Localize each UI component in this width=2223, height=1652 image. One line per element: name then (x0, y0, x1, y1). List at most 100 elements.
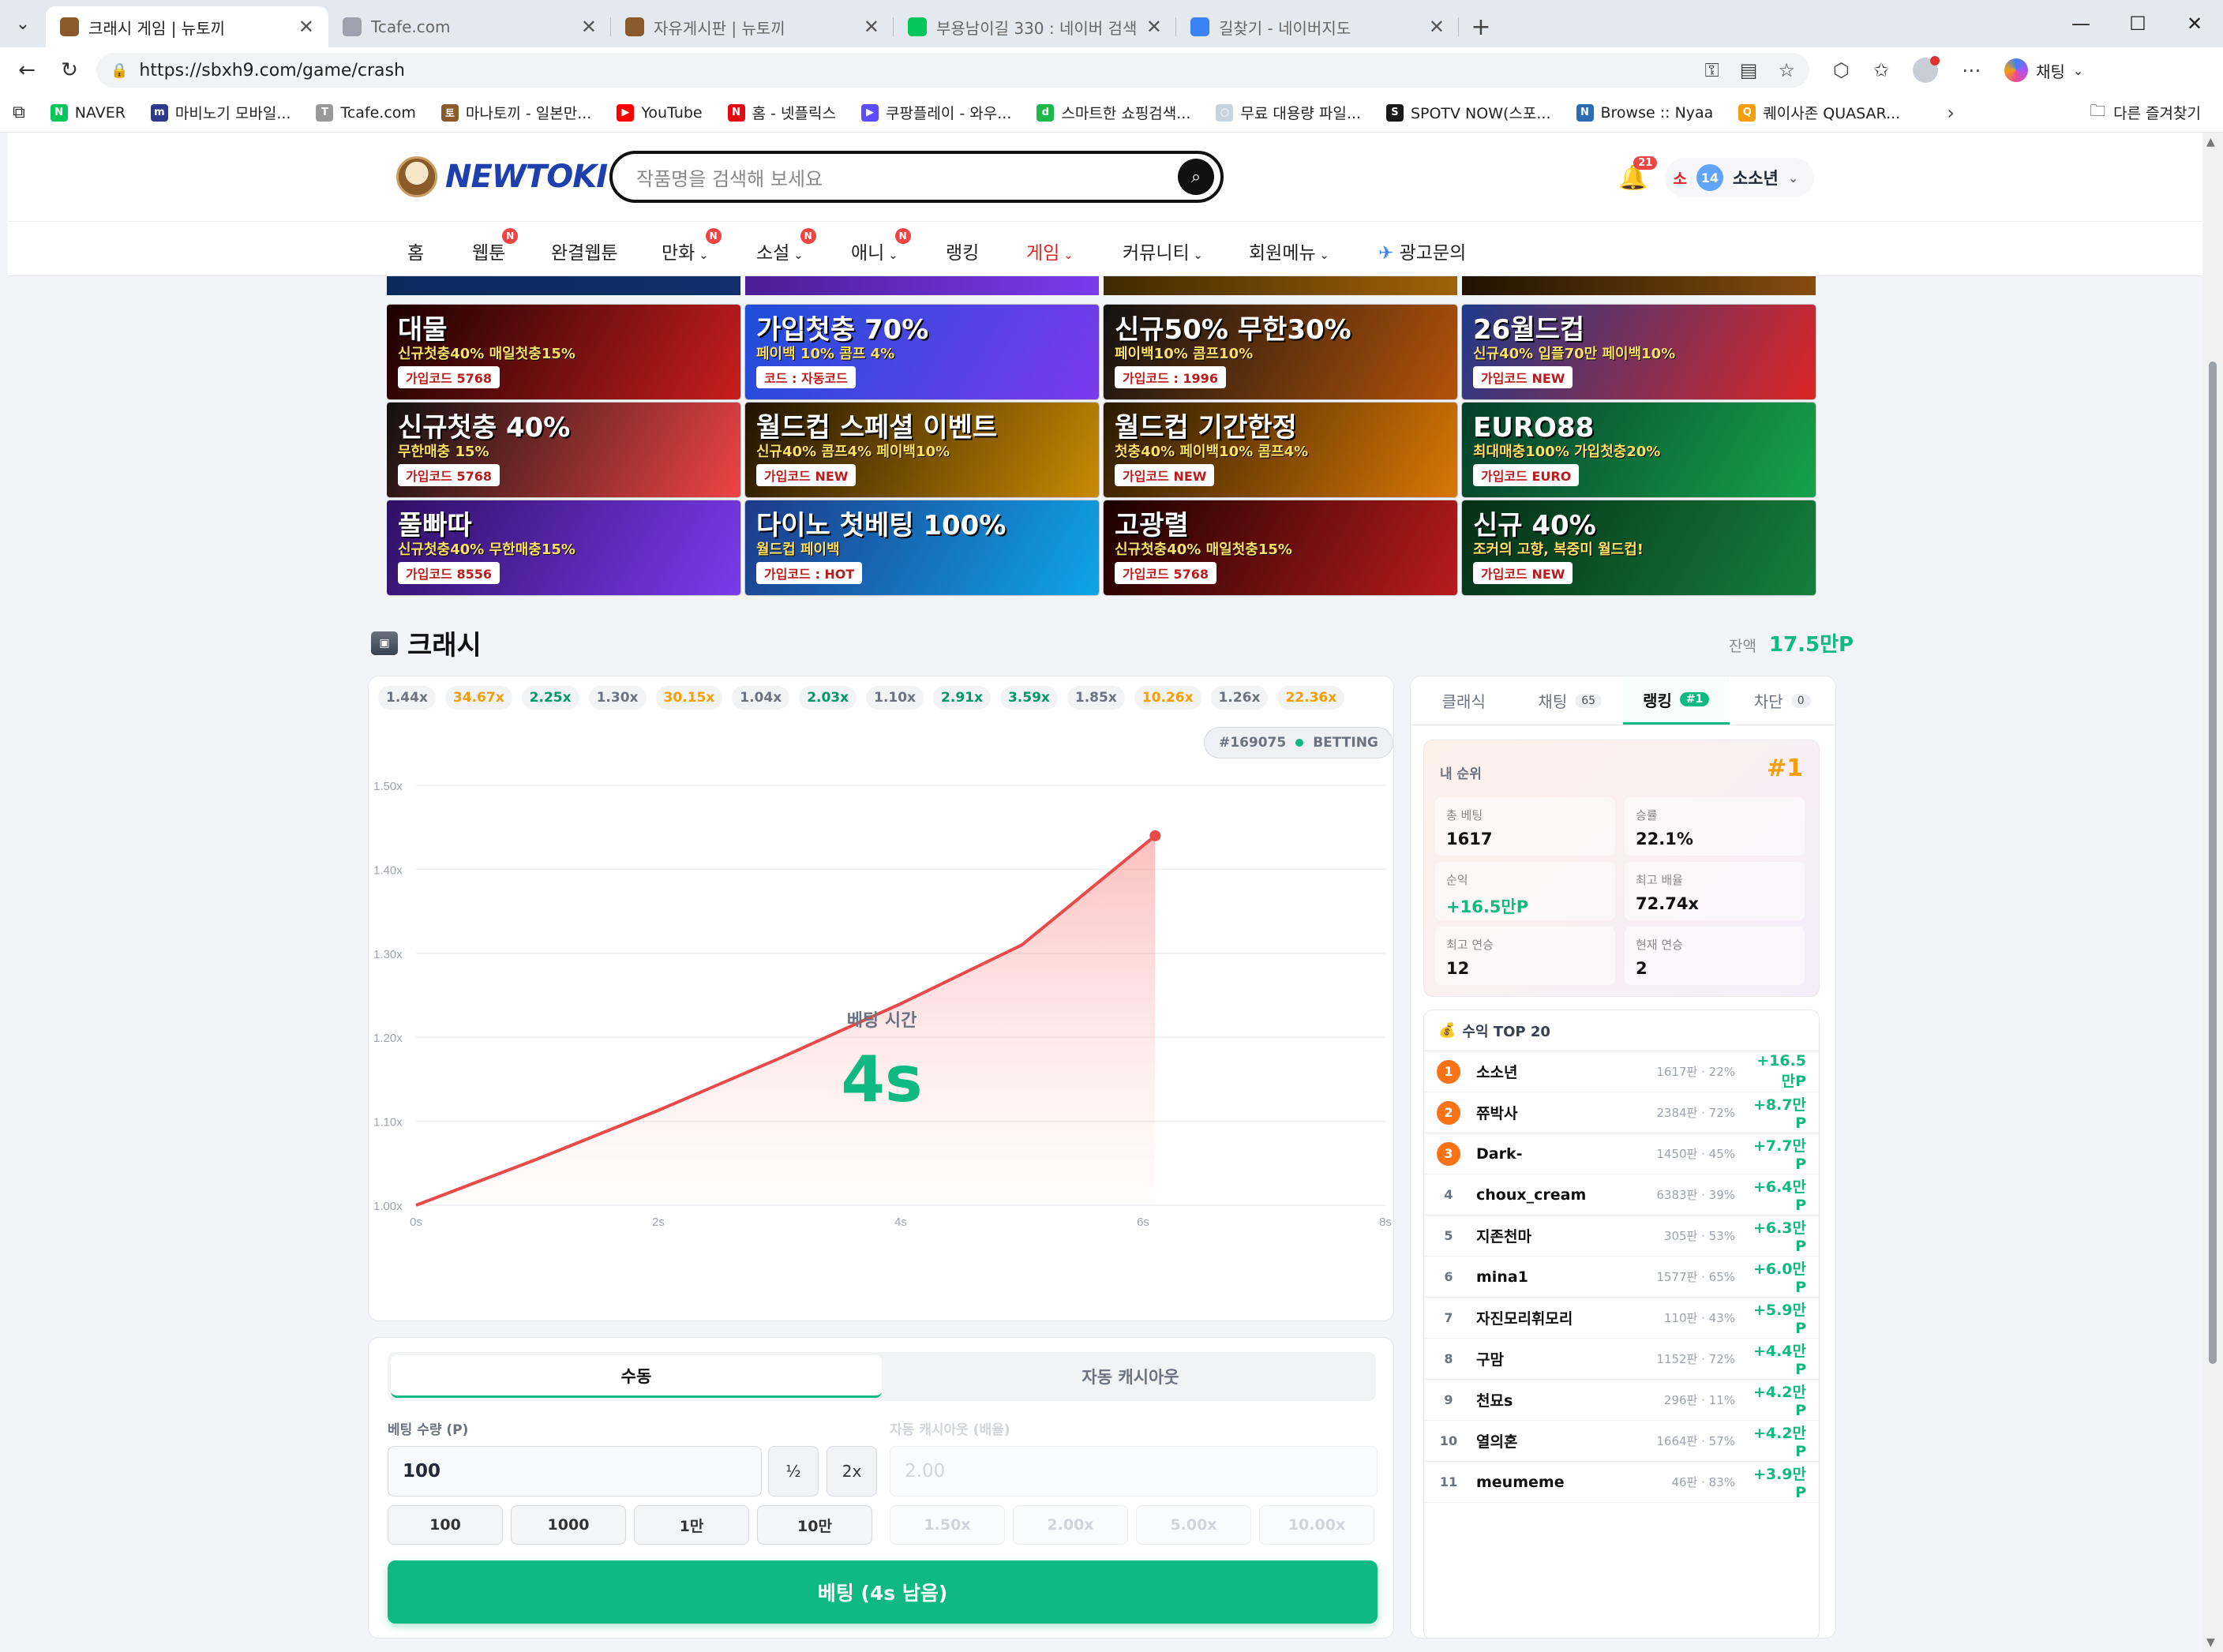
user-menu[interactable]: 소 14 소소년 ⌄ (1665, 158, 1815, 197)
tab-close-icon[interactable]: ✕ (298, 16, 314, 38)
banner-strip[interactable] (1104, 276, 1457, 295)
nav-item[interactable]: 만화 ⌄ N (662, 228, 722, 264)
bookmark-item[interactable]: N NAVER (50, 103, 126, 122)
auto-quick-button[interactable]: 2.00x (1013, 1505, 1128, 1545)
favorite-star-icon[interactable]: ☆ (1778, 59, 1795, 81)
nav-item[interactable]: 게임 ⌄ (1026, 238, 1074, 264)
nav-item[interactable]: 애니 ⌄ N (851, 228, 911, 264)
favorites-icon[interactable]: ✩ (1873, 59, 1889, 81)
nav-item[interactable]: 소설 ⌄ N (756, 228, 816, 264)
leaderboard-row[interactable]: 5 지존천마 305판 · 53% +6.3만P (1424, 1216, 1819, 1257)
ad-banner[interactable]: 신규 40% 조커의 고향, 복중미 월드컵! 가입코드 NEW (1462, 500, 1816, 595)
browser-tab[interactable]: 자유게시판 | 뉴토끼 ✕ (611, 6, 894, 47)
ad-banner[interactable]: 가입첫충 70% 페이백 10% 콤프 4% 코드 : 자동코드 (745, 305, 1099, 399)
bet-amount-input[interactable]: 100 (388, 1446, 762, 1497)
notification-bell-icon[interactable]: 🔔 21 (1618, 155, 1658, 192)
url-field[interactable]: 🔒 https://sbxh9.com/game/crash ⚿ ▤ ☆ (96, 53, 1809, 88)
half-button[interactable]: ½ (768, 1446, 819, 1497)
scroll-thumb[interactable] (2209, 361, 2217, 1364)
banner-strip[interactable] (1462, 276, 1816, 295)
other-bookmarks[interactable]: 🗀 다른 즐겨찾기 (2090, 99, 2201, 126)
ad-banner[interactable]: 신규첫충 40% 무한매충 15% 가입코드 5768 (387, 403, 740, 497)
double-button[interactable]: 2x (827, 1446, 877, 1497)
bookmark-item[interactable]: ▶ YouTube (617, 103, 703, 122)
ad-banner[interactable]: 26월드컵 신규40% 입플70만 페이백10% 가입코드 NEW (1462, 305, 1816, 399)
side-tab[interactable]: 차단 0 (1730, 676, 1836, 725)
leaderboard-row[interactable]: 1 소소년 1617판 · 22% +16.5만P (1424, 1051, 1819, 1092)
leaderboard-row[interactable]: 8 구맘 1152판 · 72% +4.4만P (1424, 1339, 1819, 1380)
auto-quick-button[interactable]: 10.00x (1259, 1505, 1374, 1545)
quick-amount-button[interactable]: 10만 (757, 1505, 872, 1545)
search-input[interactable]: 작품명을 검색해 보세요 ⌕ (609, 151, 1224, 203)
auto-quick-button[interactable]: 1.50x (890, 1505, 1005, 1545)
banner-strip[interactable] (387, 276, 740, 295)
profile-avatar[interactable] (1913, 56, 1940, 83)
tab-close-icon[interactable]: ✕ (1429, 16, 1445, 38)
tab-auto-cashout[interactable]: 자동 캐시아웃 (885, 1352, 1376, 1401)
leaderboard-row[interactable]: 9 천묘s 296판 · 11% +4.2만P (1424, 1380, 1819, 1421)
leaderboard-row[interactable]: 3 Dark- 1450판 · 45% +7.7만P (1424, 1133, 1819, 1174)
tab-actions-menu-icon[interactable]: ⌄ (0, 0, 46, 47)
leaderboard-row[interactable]: 6 mina1 1577판 · 65% +6.0만P (1424, 1257, 1819, 1298)
back-arrow-icon[interactable]: ← (11, 54, 43, 86)
bookmark-item[interactable]: ○ 무료 대용량 파일... (1216, 102, 1361, 123)
new-tab-button[interactable]: + (1459, 6, 1503, 47)
bookmark-item[interactable]: d 스마트한 쇼핑검색... (1037, 102, 1190, 123)
bookmark-item[interactable]: N Browse :: Nyaa (1576, 103, 1713, 122)
side-tab[interactable]: 클래식 (1411, 676, 1517, 725)
leaderboard-row[interactable]: 10 열의혼 1664판 · 57% +4.2만P (1424, 1421, 1819, 1462)
more-menu-icon[interactable]: ⋯ (1962, 59, 1981, 81)
scroll-down-icon[interactable]: ▼ (2206, 1636, 2215, 1649)
bookmark-item[interactable]: ▶ 쿠팡플레이 - 와우... (860, 102, 1011, 123)
minimize-icon[interactable]: — (2052, 0, 2109, 47)
bookmark-item[interactable]: m 마비노기 모바일... (150, 102, 291, 123)
tab-close-icon[interactable]: ✕ (864, 16, 879, 38)
ad-banner[interactable]: EURO88 최대매충100% 가입첫충20% 가입코드 EURO (1462, 403, 1816, 497)
key-icon[interactable]: ⚿ (1705, 59, 1719, 81)
auto-cashout-input[interactable]: 2.00 (890, 1446, 1378, 1497)
bookmark-item[interactable]: S SPOTV NOW(스포... (1385, 102, 1551, 123)
leaderboard-row[interactable]: 11 meumeme 46판 · 83% +3.9만P (1424, 1462, 1819, 1503)
bookmarks-overflow-icon[interactable]: › (1947, 102, 1955, 124)
place-bet-button[interactable]: 베팅 (4s 남음) (388, 1560, 1378, 1624)
leaderboard-row[interactable]: 7 자진모리휘모리 110판 · 43% +5.9만P (1424, 1298, 1819, 1339)
browser-tab[interactable]: 길찾기 - 네이버지도 ✕ (1176, 6, 1459, 47)
bookmark-item[interactable]: N 홈 - 넷플릭스 (727, 102, 836, 123)
nav-item[interactable]: 완결웹툰 (551, 238, 618, 264)
nav-item[interactable]: 회원메뉴 ⌄ (1249, 238, 1329, 264)
quick-amount-button[interactable]: 100 (388, 1505, 503, 1545)
nav-item[interactable]: 홈 (407, 238, 424, 264)
leaderboard-row[interactable]: 2 쮸박사 2384판 · 72% +8.7만P (1424, 1092, 1819, 1133)
ad-banner[interactable]: 월드컵 기간한정 첫충40% 페이백10% 콤프4% 가입코드 NEW (1104, 403, 1457, 497)
close-window-icon[interactable]: ✕ (2166, 0, 2223, 47)
scroll-up-icon[interactable]: ▲ (2206, 136, 2215, 148)
ad-banner[interactable]: 대물 신규첫충40% 매일첫충15% 가입코드 5768 (387, 305, 740, 399)
nav-item[interactable]: 랭킹 (946, 238, 979, 264)
banner-strip[interactable] (745, 276, 1099, 295)
tab-manual[interactable]: 수동 (391, 1355, 882, 1398)
ad-banner[interactable]: 신규50% 무한30% 페이백10% 콤프10% 가입코드 : 1996 (1104, 305, 1457, 399)
browser-tab[interactable]: 부용남이길 330 : 네이버 검색 ✕ (894, 6, 1176, 47)
bookmark-item[interactable]: 토 마나토끼 - 일본만... (440, 102, 591, 123)
maximize-icon[interactable]: ☐ (2109, 0, 2166, 47)
quick-amount-button[interactable]: 1만 (634, 1505, 749, 1545)
browser-tab[interactable]: 크래시 게임 | 뉴토끼 ✕ (46, 6, 328, 47)
bookmark-item[interactable]: Q 퀘이사존 QUASAR... (1738, 102, 1900, 123)
nav-item[interactable]: 웹툰 N (472, 228, 519, 264)
side-tab[interactable]: 채팅 65 (1517, 676, 1624, 725)
ad-banner[interactable]: 다이노 첫베팅 100% 월드컵 페이백 가입코드 : HOT (745, 500, 1099, 595)
tab-close-icon[interactable]: ✕ (581, 16, 597, 38)
ad-banner[interactable]: 고광렬 신규첫충40% 매일첫충15% 가입코드 5768 (1104, 500, 1457, 595)
refresh-icon[interactable]: ↻ (54, 54, 85, 86)
reading-list-icon[interactable]: ⧉ (13, 103, 25, 122)
nav-item[interactable]: ✈ 광고문의 (1378, 238, 1466, 264)
ad-banner[interactable]: 월드컵 스페셜 이벤트 신규40% 콤프4% 페이백10% 가입코드 NEW (745, 403, 1099, 497)
side-tab[interactable]: 랭킹 #1 (1623, 676, 1730, 725)
site-info-icon[interactable]: 🔒 (111, 62, 128, 79)
nav-item[interactable]: 커뮤니티 ⌄ (1123, 238, 1203, 264)
site-logo[interactable]: NEWTOKI (396, 156, 608, 197)
extensions-icon[interactable]: ⬡ (1833, 59, 1850, 81)
tab-close-icon[interactable]: ✕ (1146, 16, 1162, 38)
browser-tab[interactable]: Tcafe.com ✕ (328, 6, 611, 47)
bookmark-item[interactable]: T Tcafe.com (316, 103, 416, 122)
